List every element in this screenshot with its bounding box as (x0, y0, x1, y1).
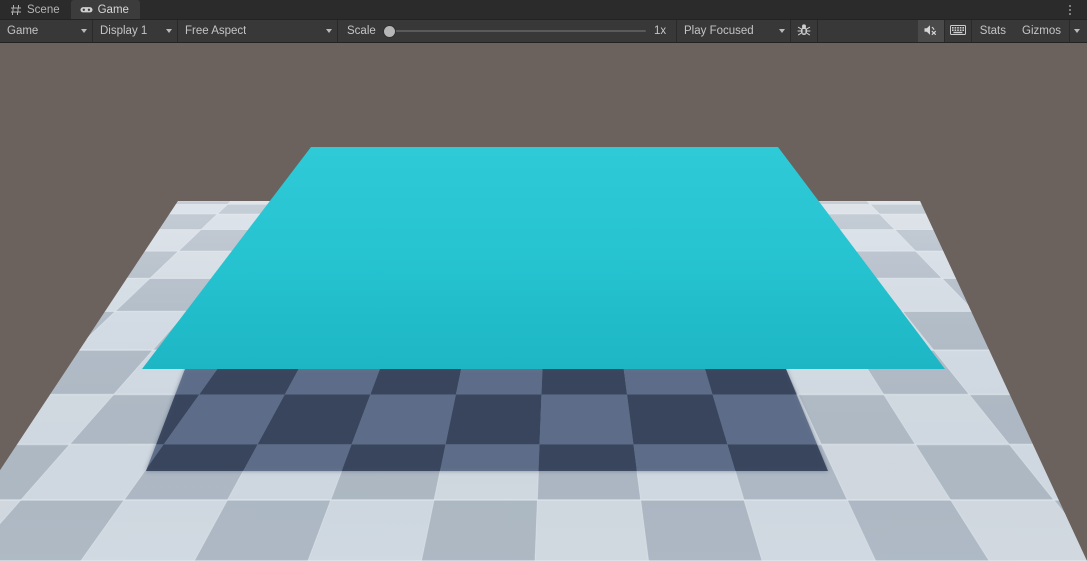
bug-icon (797, 23, 811, 40)
chevron-down-icon (166, 29, 172, 33)
display-dropdown[interactable]: Display 1 (93, 20, 178, 42)
debug-button[interactable] (791, 20, 818, 42)
scale-label: Scale (347, 25, 376, 37)
scene-grid-icon (9, 3, 22, 16)
game-viewport[interactable] (0, 43, 1087, 561)
unity-game-window: Scene Game Game Display 1 Free Aspect Sc… (0, 0, 1087, 561)
scale-control: Scale 1x (338, 20, 677, 42)
tab-scene[interactable]: Scene (0, 0, 71, 19)
aspect-ratio-dropdown[interactable]: Free Aspect (178, 20, 338, 42)
floor-tile (627, 394, 728, 445)
floor-tile (539, 394, 634, 445)
gizmos-dropdown-button[interactable] (1069, 20, 1087, 42)
stats-label: Stats (979, 25, 1007, 37)
floor-tile (445, 394, 542, 445)
play-mode-dropdown[interactable]: Play Focused (677, 20, 791, 42)
tab-scene-label: Scene (27, 3, 60, 16)
aspect-ratio-label: Free Aspect (185, 25, 247, 37)
chevron-down-icon (81, 29, 87, 33)
tab-game-label: Game (97, 3, 129, 16)
display-label: Display 1 (100, 25, 148, 37)
chevron-down-icon (326, 29, 332, 33)
game-view-toolbar: Game Display 1 Free Aspect Scale 1x Play… (0, 20, 1087, 43)
scale-value: 1x (654, 25, 667, 37)
gamepad-icon (80, 3, 93, 16)
scale-slider-handle[interactable] (383, 25, 395, 37)
gizmos-label: Gizmos (1022, 25, 1061, 37)
scale-slider-rail (383, 30, 646, 32)
view-mode-dropdown[interactable]: Game (0, 20, 93, 42)
tab-game[interactable]: Game (70, 0, 140, 19)
more-options-icon[interactable] (1059, 0, 1081, 19)
stats-button[interactable]: Stats (971, 20, 1015, 42)
chevron-down-icon (779, 29, 785, 33)
scale-slider[interactable] (383, 25, 646, 37)
chevron-down-icon (1074, 29, 1080, 33)
view-mode-label: Game (7, 25, 39, 37)
mute-audio-icon (923, 23, 938, 40)
gizmos-button[interactable]: Gizmos (1014, 20, 1069, 42)
toolbar-spacer (818, 20, 918, 42)
mute-audio-button[interactable] (917, 20, 945, 42)
game-render (0, 43, 1087, 561)
stats-grid-icon (949, 24, 966, 39)
play-mode-label: Play Focused (684, 25, 754, 37)
stats-grid-button[interactable] (944, 20, 972, 42)
tab-bar: Scene Game (0, 0, 1087, 20)
